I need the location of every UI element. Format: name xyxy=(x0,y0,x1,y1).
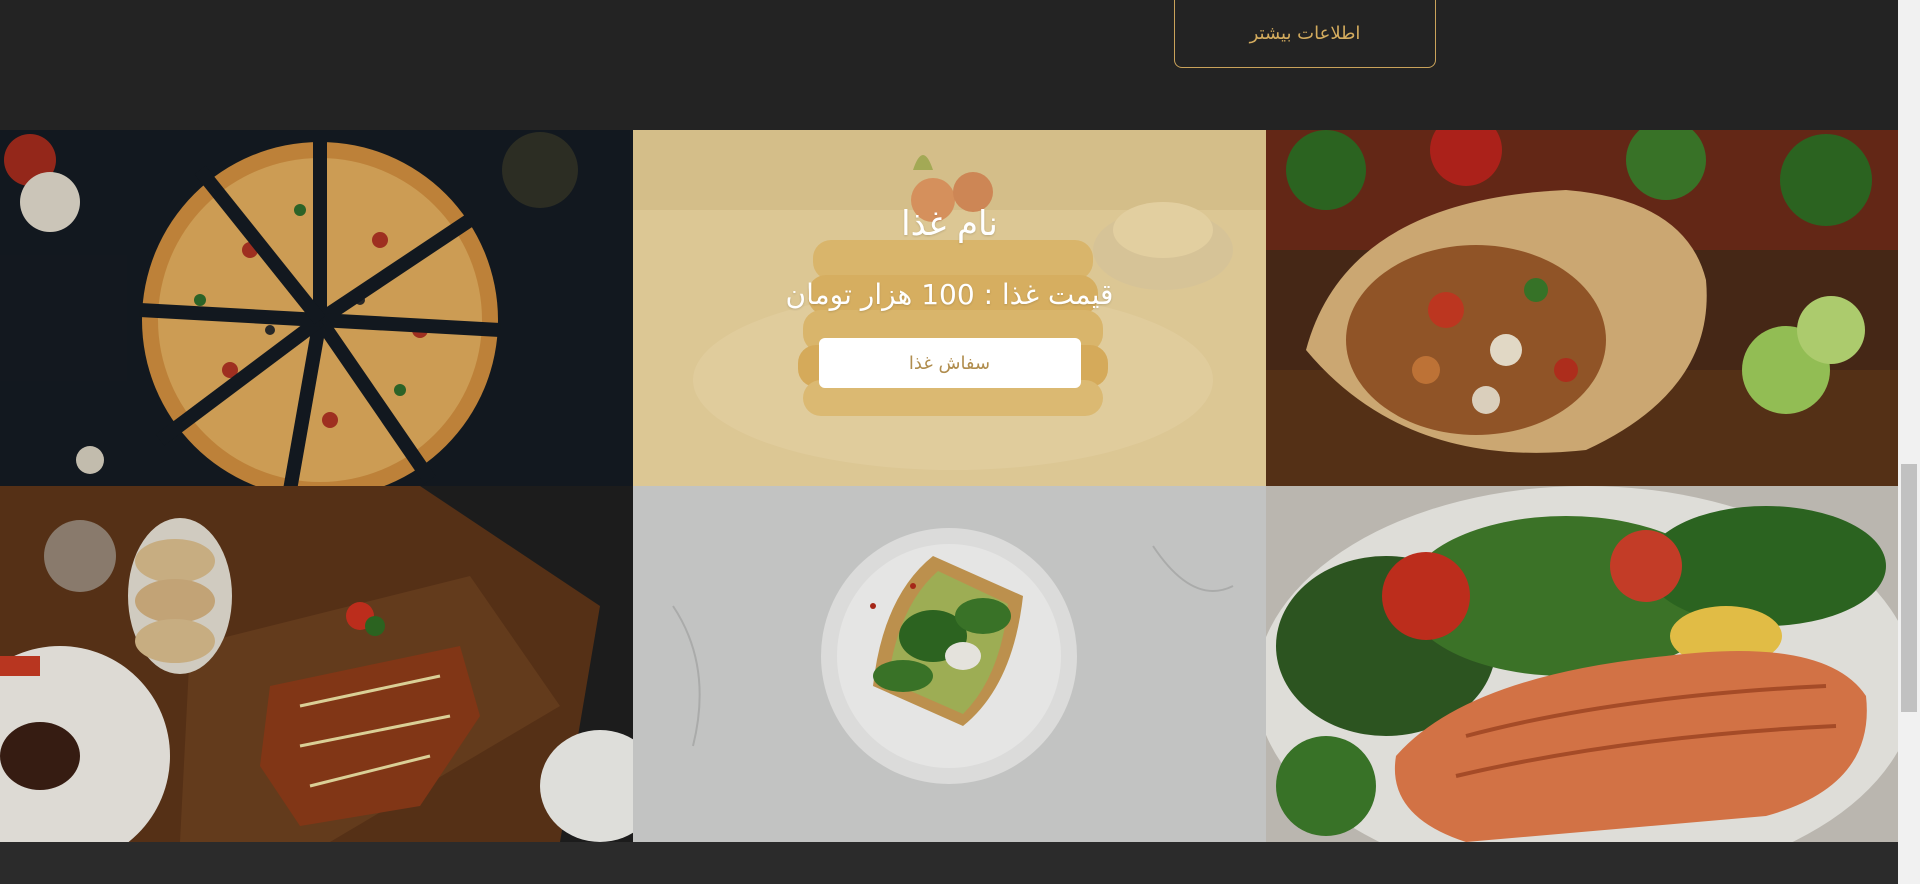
footer-band xyxy=(0,842,1898,884)
food-gallery: نام غذا قیمت غذا : 100 هزار تومان سفاش غ… xyxy=(0,130,1898,842)
order-food-button[interactable]: سفاش غذا xyxy=(818,338,1081,388)
food-name: نام غذا xyxy=(901,204,998,244)
page: اطلاعات بیشتر نام غذا قیمت غذا: 100 هزا… xyxy=(0,0,1920,884)
info-section: اطلاعات بیشتر xyxy=(0,0,1898,130)
avocado-toast-image xyxy=(633,486,1266,842)
grilled-fish-image xyxy=(0,486,633,842)
more-info-button[interactable]: اطلاعات بیشتر xyxy=(1174,0,1436,68)
pizza-image xyxy=(0,130,633,486)
food-tile-grilled-fish[interactable] xyxy=(0,486,633,842)
food-tile-salmon-salad[interactable] xyxy=(1266,486,1898,842)
food-tile-burrito[interactable] xyxy=(1266,130,1898,486)
salmon-salad-image xyxy=(1266,486,1898,842)
food-tile-pizza[interactable] xyxy=(0,130,633,486)
scrollbar-thumb[interactable] xyxy=(1901,464,1917,712)
food-hover-overlay: نام غذا قیمت غذا : 100 هزار تومان سفاش غ… xyxy=(633,130,1266,486)
food-tile-pancakes[interactable]: نام غذا قیمت غذا : 100 هزار تومان سفاش غ… xyxy=(633,130,1266,486)
food-price: قیمت غذا : 100 هزار تومان xyxy=(785,278,1114,311)
burrito-image xyxy=(1266,130,1898,486)
vertical-scrollbar[interactable] xyxy=(1898,0,1920,884)
food-tile-avocado-toast[interactable] xyxy=(633,486,1266,842)
